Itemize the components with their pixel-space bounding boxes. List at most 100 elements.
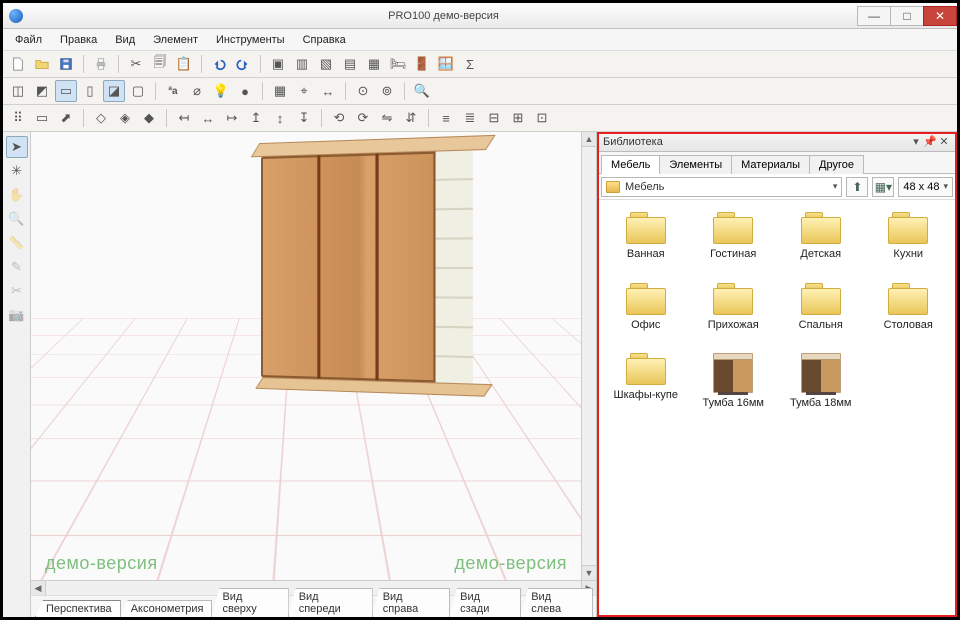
tool-5[interactable]: ▦	[363, 53, 385, 75]
scroll-left-icon[interactable]: ◀	[31, 581, 46, 595]
library-item[interactable]: Гостиная	[693, 212, 775, 261]
rect-button[interactable]: ▭	[31, 107, 53, 129]
zoom-tool[interactable]: 🔍	[6, 208, 28, 230]
panel-pin-icon[interactable]: 📌	[923, 135, 937, 148]
view-shade-button[interactable]: ◪	[103, 80, 125, 102]
shadow-button[interactable]: ●	[234, 80, 256, 102]
save-file-button[interactable]	[55, 53, 77, 75]
library-tab-1[interactable]: Элементы	[659, 155, 732, 174]
maximize-button[interactable]: □	[890, 6, 924, 26]
dist-1[interactable]: ≡	[435, 107, 457, 129]
scroll-down-icon[interactable]: ▼	[582, 565, 596, 580]
view-tab-1[interactable]: Аксонометрия	[120, 600, 213, 617]
dist-5[interactable]: ⊡	[531, 107, 553, 129]
library-item[interactable]: Прихожая	[693, 283, 775, 332]
camera-tool[interactable]: 📷	[6, 304, 28, 326]
undo-button[interactable]	[208, 53, 230, 75]
panel-dropdown-icon[interactable]: ▾	[909, 135, 923, 148]
center-button[interactable]: ⊙	[352, 80, 374, 102]
align-r[interactable]: ↦	[221, 107, 243, 129]
align-l[interactable]: ↤	[173, 107, 195, 129]
array-button[interactable]: ⠿	[7, 107, 29, 129]
flip-h[interactable]: ⇋	[376, 107, 398, 129]
view-front-button[interactable]: ▭	[55, 80, 77, 102]
tool-window[interactable]: 🪟	[435, 53, 457, 75]
tool-3[interactable]: ▧	[315, 53, 337, 75]
tool-bed[interactable]: 🛏	[387, 53, 409, 75]
menu-правка[interactable]: Правка	[52, 32, 105, 48]
library-item[interactable]: Кухни	[868, 212, 950, 261]
view-side-button[interactable]: ▯	[79, 80, 101, 102]
dims-button[interactable]: ↔	[317, 80, 339, 102]
view-wire-button[interactable]: ▢	[127, 80, 149, 102]
pan-tool[interactable]: ✋	[6, 184, 28, 206]
scroll-up-icon[interactable]: ▲	[582, 132, 596, 147]
menu-справка[interactable]: Справка	[295, 32, 354, 48]
view-tab-4[interactable]: Вид справа	[372, 588, 450, 617]
library-item[interactable]: Тумба 18мм	[780, 353, 862, 410]
paste-button[interactable]: 📋	[173, 53, 195, 75]
flip-v[interactable]: ⇵	[400, 107, 422, 129]
cursor-tool[interactable]: ➤	[6, 136, 28, 158]
library-item[interactable]: Тумба 16мм	[693, 353, 775, 410]
up-folder-button[interactable]: ⬆	[846, 177, 868, 197]
thumb-size-select[interactable]: 48 x 48 ▾	[898, 177, 953, 197]
library-item[interactable]: Ванная	[605, 212, 687, 261]
rot-1[interactable]: ⟲	[328, 107, 350, 129]
sum-button[interactable]: Σ	[459, 53, 481, 75]
tool-door[interactable]: 🚪	[411, 53, 433, 75]
light-button[interactable]: 💡	[210, 80, 232, 102]
viewport-3d[interactable]: демо-версия демо-версия	[31, 132, 581, 580]
menu-элемент[interactable]: Элемент	[145, 32, 206, 48]
panel-close-icon[interactable]: ✕	[937, 135, 951, 148]
rot-2[interactable]: ⟳	[352, 107, 374, 129]
label-button[interactable]: ªa	[162, 80, 184, 102]
tool-4[interactable]: ▤	[339, 53, 361, 75]
cut-button[interactable]: ✂	[125, 53, 147, 75]
grid-button[interactable]: ▦	[269, 80, 291, 102]
library-item[interactable]: Офис	[605, 283, 687, 332]
menu-вид[interactable]: Вид	[107, 32, 143, 48]
measure-tool[interactable]: 📏	[6, 232, 28, 254]
redo-button[interactable]	[232, 53, 254, 75]
view-tab-5[interactable]: Вид сзади	[449, 588, 521, 617]
tool-1[interactable]: ▣	[267, 53, 289, 75]
close-button[interactable]: ✕	[923, 6, 957, 26]
view-axo-button[interactable]: ◩	[31, 80, 53, 102]
view-tab-3[interactable]: Вид спереди	[288, 588, 373, 617]
dist-4[interactable]: ⊞	[507, 107, 529, 129]
print-button[interactable]	[90, 53, 112, 75]
edit-1[interactable]: ◇	[90, 107, 112, 129]
tool-2[interactable]: ▥	[291, 53, 313, 75]
library-tab-2[interactable]: Материалы	[731, 155, 810, 174]
cut-tool[interactable]: ✂	[6, 280, 28, 302]
wardrobe-model[interactable]	[261, 151, 471, 384]
view-tab-2[interactable]: Вид сверху	[211, 588, 288, 617]
align-b[interactable]: ↧	[293, 107, 315, 129]
orbit-tool[interactable]: ✳	[6, 160, 28, 182]
eyedrop-button[interactable]: ⌀	[186, 80, 208, 102]
dist-2[interactable]: ≣	[459, 107, 481, 129]
align-t[interactable]: ↥	[245, 107, 267, 129]
align-c[interactable]: ↔	[197, 107, 219, 129]
snap-button[interactable]: ⌖	[293, 80, 315, 102]
library-item[interactable]: Спальня	[780, 283, 862, 332]
viewport-vscrollbar[interactable]: ▲ ▼	[581, 132, 596, 580]
library-path-combo[interactable]: Мебель ▾	[601, 177, 842, 197]
minimize-button[interactable]: —	[857, 6, 891, 26]
menu-файл[interactable]: Файл	[7, 32, 50, 48]
view-mode-button[interactable]: ▦▾	[872, 177, 894, 197]
view-tab-0[interactable]: Перспектива	[35, 600, 121, 617]
edit-3[interactable]: ◆	[138, 107, 160, 129]
open-file-button[interactable]	[31, 53, 53, 75]
edit-2[interactable]: ◈	[114, 107, 136, 129]
dist-3[interactable]: ⊟	[483, 107, 505, 129]
zoom-button[interactable]: 🔍	[411, 80, 433, 102]
library-item[interactable]: Детская	[780, 212, 862, 261]
view-persp-button[interactable]: ◫	[7, 80, 29, 102]
view-tab-6[interactable]: Вид слева	[520, 588, 593, 617]
library-tab-0[interactable]: Мебель	[601, 155, 660, 174]
center2-button[interactable]: ⊚	[376, 80, 398, 102]
library-tab-3[interactable]: Другое	[809, 155, 864, 174]
note-tool[interactable]: ✎	[6, 256, 28, 278]
